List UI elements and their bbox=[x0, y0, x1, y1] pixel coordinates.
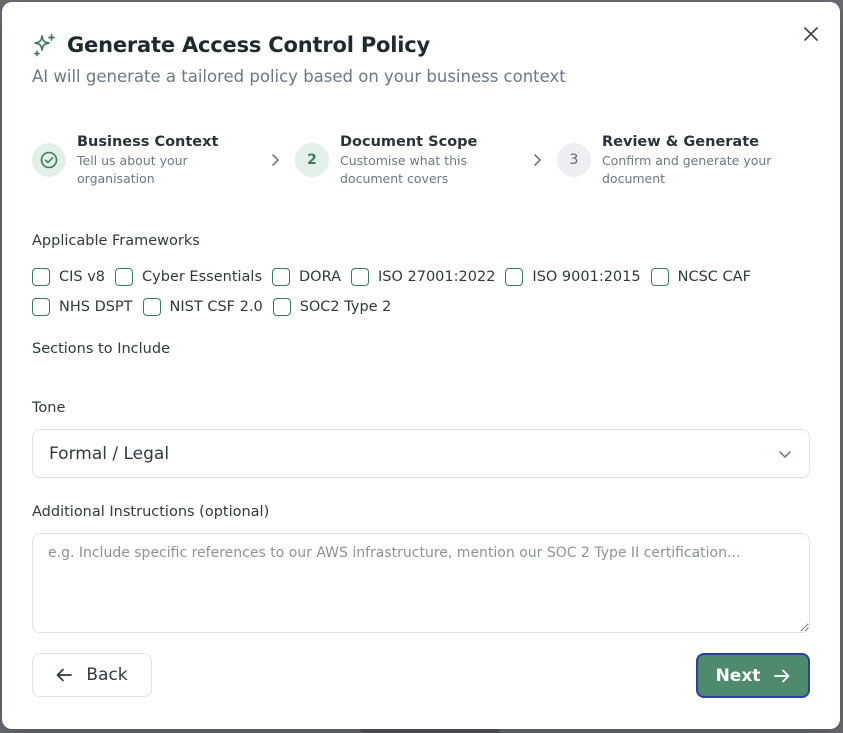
instructions-field-wrapper bbox=[32, 533, 810, 633]
frameworks-checkbox-group: CIS v8 Cyber Essentials DORA ISO 27001:2… bbox=[32, 266, 822, 326]
sparkles-icon bbox=[32, 32, 58, 58]
chevron-down-icon bbox=[777, 446, 793, 462]
arrow-left-icon bbox=[56, 668, 73, 682]
progress-stepper: Business Context Tell us about your orga… bbox=[32, 132, 812, 192]
framework-option[interactable]: NCSC CAF bbox=[650, 268, 751, 286]
instructions-label: Additional Instructions (optional) bbox=[32, 504, 270, 520]
step-1-title: Business Context bbox=[77, 134, 219, 150]
step-1-indicator bbox=[32, 143, 66, 177]
step-2-indicator: 2 bbox=[295, 143, 329, 177]
back-button-label: Back bbox=[86, 665, 128, 685]
step-2-desc-line1: Customise what this bbox=[340, 153, 468, 168]
framework-checkbox[interactable] bbox=[115, 268, 134, 286]
step-1-desc-line1: Tell us about your bbox=[77, 153, 188, 168]
framework-checkbox[interactable] bbox=[272, 268, 290, 286]
framework-label: NHS DSPT bbox=[59, 299, 133, 315]
instructions-textarea[interactable] bbox=[32, 533, 810, 633]
framework-checkbox[interactable] bbox=[505, 268, 524, 286]
framework-label: ISO 27001:2022 bbox=[378, 269, 496, 285]
sections-label: Sections to Include bbox=[32, 341, 170, 357]
framework-checkbox[interactable] bbox=[142, 298, 161, 316]
step-document-scope[interactable]: 2 Document Scope Customise what this doc… bbox=[295, 132, 477, 188]
chevron-right-icon bbox=[531, 152, 545, 168]
step-3-title: Review & Generate bbox=[602, 134, 759, 150]
step-review-generate[interactable]: 3 Review & Generate Confirm and generate… bbox=[557, 132, 771, 188]
framework-checkbox[interactable] bbox=[32, 298, 50, 316]
framework-option[interactable]: Cyber Essentials bbox=[115, 268, 262, 286]
framework-option[interactable]: ISO 27001:2022 bbox=[351, 268, 495, 286]
framework-label: NCSC CAF bbox=[677, 269, 751, 285]
step-2-desc-line2: document covers bbox=[340, 171, 449, 186]
framework-label: CIS v8 bbox=[59, 269, 106, 285]
tone-select[interactable]: Formal / Legal bbox=[32, 429, 810, 478]
next-button[interactable]: Next bbox=[696, 653, 810, 698]
step-3-indicator: 3 bbox=[557, 143, 591, 177]
arrow-right-icon bbox=[774, 669, 790, 683]
framework-option[interactable]: ISO 9001:2015 bbox=[505, 268, 641, 286]
framework-option[interactable]: CIS v8 bbox=[32, 268, 105, 286]
step-3-desc-line2: document bbox=[602, 171, 666, 186]
framework-label: NIST CSF 2.0 bbox=[169, 299, 263, 315]
step-2-title: Document Scope bbox=[340, 134, 478, 150]
check-circle-icon bbox=[40, 151, 58, 169]
step-1-desc-line2: organisation bbox=[77, 171, 155, 186]
dialog-subtitle: AI will generate a tailored policy based… bbox=[32, 67, 566, 86]
framework-option[interactable]: SOC2 Type 2 bbox=[272, 298, 392, 316]
framework-option[interactable]: DORA bbox=[272, 268, 341, 286]
step-3-desc-line1: Confirm and generate your bbox=[602, 153, 772, 168]
framework-label: ISO 9001:2015 bbox=[532, 269, 641, 285]
step-business-context[interactable]: Business Context Tell us about your orga… bbox=[32, 132, 218, 188]
framework-option[interactable]: NIST CSF 2.0 bbox=[142, 298, 263, 316]
framework-checkbox[interactable] bbox=[32, 268, 50, 286]
chevron-right-icon bbox=[269, 152, 283, 168]
close-button[interactable] bbox=[800, 23, 822, 45]
framework-label: Cyber Essentials bbox=[142, 269, 262, 285]
tone-select-value: Formal / Legal bbox=[49, 443, 170, 464]
close-icon bbox=[804, 27, 818, 41]
framework-label: DORA bbox=[299, 269, 341, 285]
dialog-header: Generate Access Control Policy bbox=[32, 32, 430, 58]
next-button-label: Next bbox=[715, 665, 761, 686]
framework-checkbox[interactable] bbox=[650, 268, 669, 286]
framework-label: SOC2 Type 2 bbox=[299, 299, 392, 315]
frameworks-label: Applicable Frameworks bbox=[32, 233, 200, 249]
back-button[interactable]: Back bbox=[32, 653, 152, 697]
framework-checkbox[interactable] bbox=[351, 268, 369, 286]
tone-label: Tone bbox=[32, 400, 66, 416]
dialog-title: Generate Access Control Policy bbox=[67, 33, 430, 57]
generate-policy-dialog: Generate Access Control Policy AI will g… bbox=[2, 2, 840, 729]
framework-checkbox[interactable] bbox=[272, 298, 291, 316]
framework-option[interactable]: NHS DSPT bbox=[32, 298, 133, 316]
